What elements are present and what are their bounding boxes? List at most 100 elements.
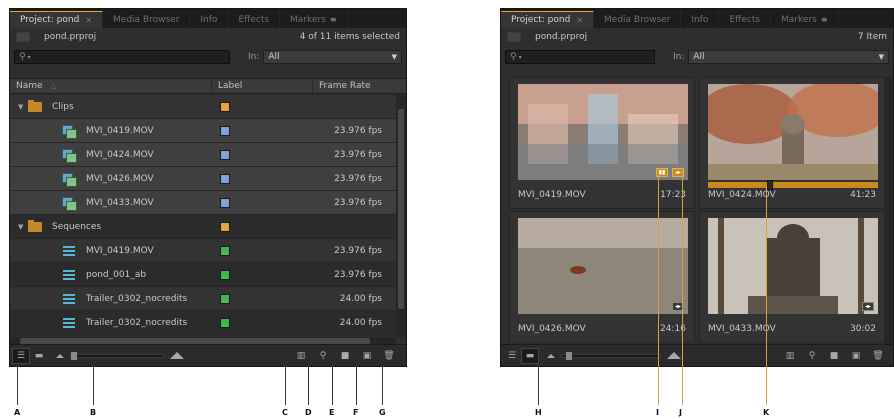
label-color-swatch[interactable] bbox=[220, 173, 230, 184]
zoom-track[interactable] bbox=[70, 351, 164, 360]
search-input[interactable]: ⚲ ▾ bbox=[14, 50, 230, 64]
panel-menu-icon[interactable]: ≡ bbox=[330, 15, 337, 24]
label-color-swatch[interactable] bbox=[220, 125, 230, 136]
callout-label: D bbox=[305, 408, 312, 417]
label-color-swatch[interactable] bbox=[220, 101, 230, 112]
project-file-name: pond.prproj bbox=[44, 32, 97, 42]
zoom-out-icon bbox=[56, 353, 64, 358]
tab-effects[interactable]: Effects bbox=[719, 11, 772, 28]
clip-badge-icon[interactable]: ◂▸ bbox=[862, 302, 874, 311]
automate-to-sequence-icon[interactable]: ▥ bbox=[781, 348, 799, 364]
item-name: Trailer_0302_nocredits bbox=[86, 293, 188, 304]
project-panel-icon-view: Project: pond ✕ Media Browser Info Effect… bbox=[500, 8, 894, 367]
search-input[interactable]: ⚲ ▾ bbox=[505, 50, 655, 64]
tab-info[interactable]: Info bbox=[190, 11, 229, 28]
label-color-swatch[interactable] bbox=[220, 197, 230, 208]
tab-project[interactable]: Project: pond ✕ bbox=[10, 11, 104, 28]
scrub-playhead[interactable] bbox=[767, 180, 773, 190]
tab-info[interactable]: Info bbox=[681, 11, 720, 28]
close-icon[interactable]: ✕ bbox=[576, 16, 583, 25]
icon-view-button[interactable]: ▬ bbox=[521, 347, 539, 364]
table-row[interactable]: Trailer_0302_nocredits 24.00 fps bbox=[10, 311, 396, 335]
tab-label: Effects bbox=[238, 14, 270, 25]
list-view-button[interactable]: ☰ bbox=[12, 347, 30, 364]
in-label: In: bbox=[248, 52, 260, 62]
close-icon[interactable]: ✕ bbox=[85, 16, 92, 25]
column-frame-rate[interactable]: Frame Rate bbox=[313, 79, 406, 93]
column-name[interactable]: Name △ bbox=[10, 79, 212, 93]
list-view-button[interactable]: ☰ bbox=[503, 348, 521, 364]
clip-thumbnail[interactable] bbox=[518, 84, 688, 180]
table-row[interactable]: Trailer_0302_nocredits 24.00 fps bbox=[10, 287, 396, 311]
label-color-swatch[interactable] bbox=[220, 293, 230, 304]
disclosure-triangle-icon[interactable]: ▼ bbox=[18, 103, 28, 111]
callout-label: A bbox=[14, 408, 21, 417]
table-row[interactable]: MVI_0426.MOV 23.976 fps bbox=[10, 167, 396, 191]
tab-media-browser[interactable]: Media Browser bbox=[103, 11, 191, 28]
vertical-scrollbar[interactable] bbox=[885, 77, 893, 345]
tab-project[interactable]: Project: pond ✕ bbox=[501, 11, 595, 28]
zoom-knob[interactable] bbox=[71, 351, 77, 360]
bin-row[interactable]: ▼ Clips bbox=[10, 95, 396, 119]
new-item-icon[interactable]: ▣ bbox=[847, 348, 865, 364]
panel-menu-icon[interactable]: ≡ bbox=[821, 15, 828, 24]
scroll-thumb[interactable] bbox=[398, 109, 404, 309]
chevron-down-icon: ▼ bbox=[391, 53, 397, 61]
label-color-swatch[interactable] bbox=[220, 269, 230, 280]
item-name: MVI_0424.MOV bbox=[86, 149, 154, 160]
disclosure-triangle-icon[interactable]: ▼ bbox=[18, 223, 28, 231]
tab-label: Markers bbox=[290, 14, 326, 25]
clip-thumbnail[interactable] bbox=[708, 84, 878, 180]
zoom-in-icon bbox=[170, 352, 184, 359]
column-rate-label: Frame Rate bbox=[319, 81, 371, 91]
callout-label: F bbox=[353, 408, 359, 417]
item-list: ▼ Clips MVI_0419.MOV 23.976 fps MVI_0424.MOV… bbox=[10, 95, 396, 337]
callout-label: J bbox=[679, 408, 682, 417]
table-row[interactable]: MVI_0419.MOV 23.976 fps bbox=[10, 119, 396, 143]
search-icon: ⚲ bbox=[510, 52, 517, 62]
column-label[interactable]: Label bbox=[212, 79, 313, 93]
table-row[interactable]: MVI_0419.MOV 23.976 fps bbox=[10, 239, 396, 263]
label-color-swatch[interactable] bbox=[220, 245, 230, 256]
new-bin-icon[interactable]: ■ bbox=[825, 348, 843, 364]
label-color-swatch[interactable] bbox=[220, 149, 230, 160]
tab-markers[interactable]: Markers ≡ bbox=[771, 11, 839, 28]
icon-view-button[interactable]: ▬ bbox=[30, 348, 48, 364]
trash-icon[interactable]: 🗑 bbox=[380, 348, 398, 364]
clip-tile[interactable]: ◂▸ MVI_0433.MOV 30:02 bbox=[699, 211, 885, 343]
clip-tile[interactable]: MVI_0424.MOV 41:23 bbox=[699, 77, 885, 209]
zoom-knob[interactable] bbox=[566, 351, 572, 360]
new-bin-icon[interactable]: ■ bbox=[336, 348, 354, 364]
folder-icon bbox=[28, 219, 42, 232]
hover-scrub-bar[interactable] bbox=[708, 180, 878, 190]
tab-effects[interactable]: Effects bbox=[228, 11, 281, 28]
zoom-slider[interactable] bbox=[547, 351, 681, 360]
label-color-swatch[interactable] bbox=[220, 317, 230, 328]
automate-to-sequence-icon[interactable]: ▥ bbox=[292, 348, 310, 364]
tab-markers[interactable]: Markers ≡ bbox=[280, 11, 348, 28]
zoom-track[interactable] bbox=[561, 351, 661, 360]
bin-row[interactable]: ▼ Sequences bbox=[10, 215, 396, 239]
find-icon[interactable]: ⚲ bbox=[803, 348, 821, 364]
trash-icon[interactable]: 🗑 bbox=[869, 348, 887, 364]
callout-label: B bbox=[90, 408, 97, 417]
vertical-scrollbar[interactable] bbox=[396, 95, 406, 337]
tab-media-browser[interactable]: Media Browser bbox=[594, 11, 682, 28]
table-row[interactable]: pond_001_ab 23.976 fps bbox=[10, 263, 396, 287]
callout-label: H bbox=[535, 408, 542, 417]
in-filter-select[interactable]: All ▼ bbox=[263, 50, 402, 64]
table-row[interactable]: MVI_0424.MOV 23.976 fps bbox=[10, 143, 396, 167]
find-icon[interactable]: ⚲ bbox=[314, 348, 332, 364]
table-row[interactable]: MVI_0433.MOV 23.976 fps bbox=[10, 191, 396, 215]
in-filter-select[interactable]: All ▼ bbox=[688, 50, 889, 64]
label-color-swatch[interactable] bbox=[220, 221, 230, 232]
project-file-row: pond.prproj 4 of 11 items selected bbox=[10, 29, 406, 45]
clip-tile[interactable]: ▮▮ ◂▸ MVI_0419.MOV 17:23 bbox=[509, 77, 695, 209]
new-item-icon[interactable]: ▣ bbox=[358, 348, 376, 364]
zoom-slider[interactable] bbox=[56, 351, 184, 360]
item-name: Sequences bbox=[52, 221, 102, 232]
clip-tile[interactable]: ◂▸ MVI_0426.MOV 24:16 bbox=[509, 211, 695, 343]
clip-thumbnail[interactable] bbox=[518, 218, 688, 314]
clip-thumbnail[interactable] bbox=[708, 218, 878, 314]
callout-line-k bbox=[766, 186, 767, 405]
